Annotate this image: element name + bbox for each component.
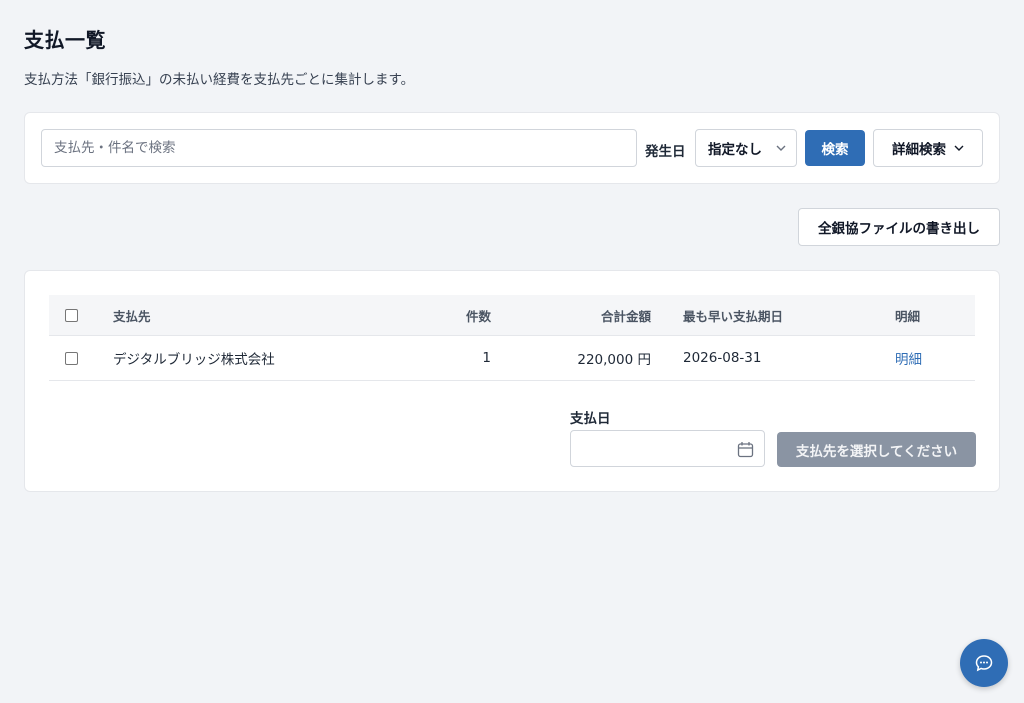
- occurrence-date-select-value: 指定なし: [708, 142, 762, 158]
- page-title: 支払一覧: [24, 28, 106, 52]
- chat-button[interactable]: [960, 639, 1008, 687]
- chevron-down-icon: [776, 145, 786, 151]
- table-header: 支払先 件数 合計金額 最も早い支払期日 明細: [49, 295, 975, 336]
- export-zengin-button[interactable]: 全銀協ファイルの書き出し: [798, 208, 1000, 246]
- column-header-earliest-due[interactable]: 最も早い支払期日: [683, 295, 783, 335]
- row-count: 1: [482, 350, 491, 366]
- payment-date-label: 支払日: [570, 411, 611, 427]
- advanced-search-button[interactable]: 詳細検索: [873, 129, 983, 167]
- search-panel: 発生日 指定なし 検索 詳細検索: [24, 112, 1000, 184]
- chevron-down-icon: [954, 145, 964, 151]
- payment-date-input[interactable]: [570, 430, 765, 467]
- column-header-payee[interactable]: 支払先: [113, 295, 151, 335]
- column-header-count[interactable]: 件数: [429, 295, 491, 335]
- advanced-search-label: 詳細検索: [892, 142, 946, 158]
- detail-link[interactable]: 明細: [895, 348, 922, 368]
- payee-name: デジタルブリッジ株式会社: [113, 352, 275, 368]
- row-earliest-due: 2026-08-31: [683, 350, 762, 366]
- search-button[interactable]: 検索: [805, 130, 865, 166]
- occurrence-date-label: 発生日: [645, 144, 686, 160]
- chat-bubble-icon: [975, 655, 993, 672]
- row-total: 220,000 円: [577, 352, 651, 368]
- row-checkbox[interactable]: [65, 351, 78, 365]
- payee-table-panel: 支払先 件数 合計金額 最も早い支払期日 明細 デジタルブリッジ株式会社 1 2…: [24, 270, 1000, 492]
- select-payee-button[interactable]: 支払先を選択してください: [777, 432, 976, 467]
- table-row[interactable]: デジタルブリッジ株式会社 1 220,000 円 2026-08-31 明細: [49, 336, 975, 381]
- column-header-total[interactable]: 合計金額: [539, 295, 651, 335]
- page-description: 支払方法「銀行振込」の未払い経費を支払先ごとに集計します。: [24, 72, 415, 88]
- calendar-icon[interactable]: [737, 441, 754, 458]
- occurrence-date-select[interactable]: 指定なし: [695, 129, 797, 167]
- select-all-checkbox[interactable]: [65, 308, 78, 322]
- column-header-detail: 明細: [895, 308, 921, 324]
- search-input[interactable]: [41, 129, 637, 167]
